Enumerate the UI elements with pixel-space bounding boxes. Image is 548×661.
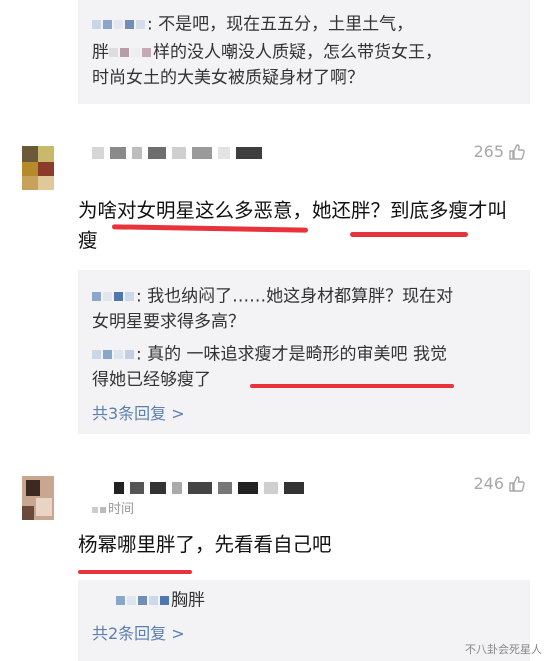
time-text: 时间: [108, 502, 135, 517]
like-count: 265: [473, 142, 504, 161]
thumbs-up-icon: [509, 475, 525, 492]
reply-text: : 我也纳闷了……她这身材都算胖？现在对: [136, 286, 454, 307]
highlight-underline: [250, 384, 454, 388]
watermark: 不八卦会死星人: [465, 643, 542, 656]
avatar[interactable]: [22, 146, 54, 190]
blurred-username[interactable]: [92, 147, 262, 159]
reply-text-prefix: 胖: [92, 42, 109, 63]
top-reply-line-3: 时尚女土的大美女被质疑身材了啊？: [92, 68, 364, 88]
reply-line-4: 得她已经够瘦了: [92, 370, 211, 390]
top-reply-line-2: 胖 样的没人嘲没人质疑，怎么带货女王，: [92, 40, 522, 66]
blurred-word: [109, 40, 153, 65]
more-replies-link[interactable]: 共2条回复 >: [92, 620, 185, 644]
comment-text: 杨幂哪里胖了，先看看自己吧: [78, 533, 332, 556]
blurred-username[interactable]: [114, 482, 304, 494]
like-button[interactable]: 246: [473, 474, 526, 493]
thumbs-up-icon: [509, 143, 525, 160]
highlight-underline: [78, 570, 192, 574]
comment-text-line-1: 为啥对女明星这么多恶意，她还胖？到底多瘦才叫: [78, 199, 508, 222]
reply-box: : 我也纳闷了……她这身材都算胖？现在对 女明星要求得多高？ : 真的 一味追求…: [78, 270, 530, 434]
reply-line-1: : 我也纳闷了……她这身材都算胖？现在对: [92, 284, 522, 310]
more-replies-link[interactable]: 共3条回复 >: [92, 400, 185, 424]
reply-text-suffix: 样的没人嘲没人质疑，怎么带货女王，: [153, 42, 442, 63]
blurred-username[interactable]: [116, 588, 171, 613]
reply-text: : 真的 一味追求瘦才是畸形的审美吧 我觉: [136, 344, 447, 365]
reply-line-1: 胸胖: [92, 588, 522, 614]
comment-time: 时间: [92, 498, 134, 517]
highlight-underline: [350, 232, 468, 237]
blurred-username[interactable]: [92, 342, 136, 367]
avatar[interactable]: [22, 476, 54, 520]
top-reply-line-1: : 不是吧，现在五五分，土里土气，: [92, 12, 522, 38]
top-reply-box: : 不是吧，现在五五分，土里土气， 胖 样的没人嘲没人质疑，怎么带货女王， 时尚女…: [78, 0, 530, 104]
reply-text: 胸胖: [171, 590, 205, 611]
reply-line-2: 女明星要求得多高？: [92, 312, 245, 332]
blurred-time: [92, 502, 108, 517]
reply-box: 胸胖 共2条回复 >: [78, 580, 530, 661]
reply-text: : 不是吧，现在五五分，土里土气，: [147, 14, 414, 35]
blurred-username: [92, 12, 147, 37]
like-count: 246: [473, 474, 504, 493]
like-button[interactable]: 265: [473, 142, 526, 161]
blurred-username[interactable]: [92, 284, 136, 309]
reply-line-3: : 真的 一味追求瘦才是畸形的审美吧 我觉: [92, 342, 522, 368]
